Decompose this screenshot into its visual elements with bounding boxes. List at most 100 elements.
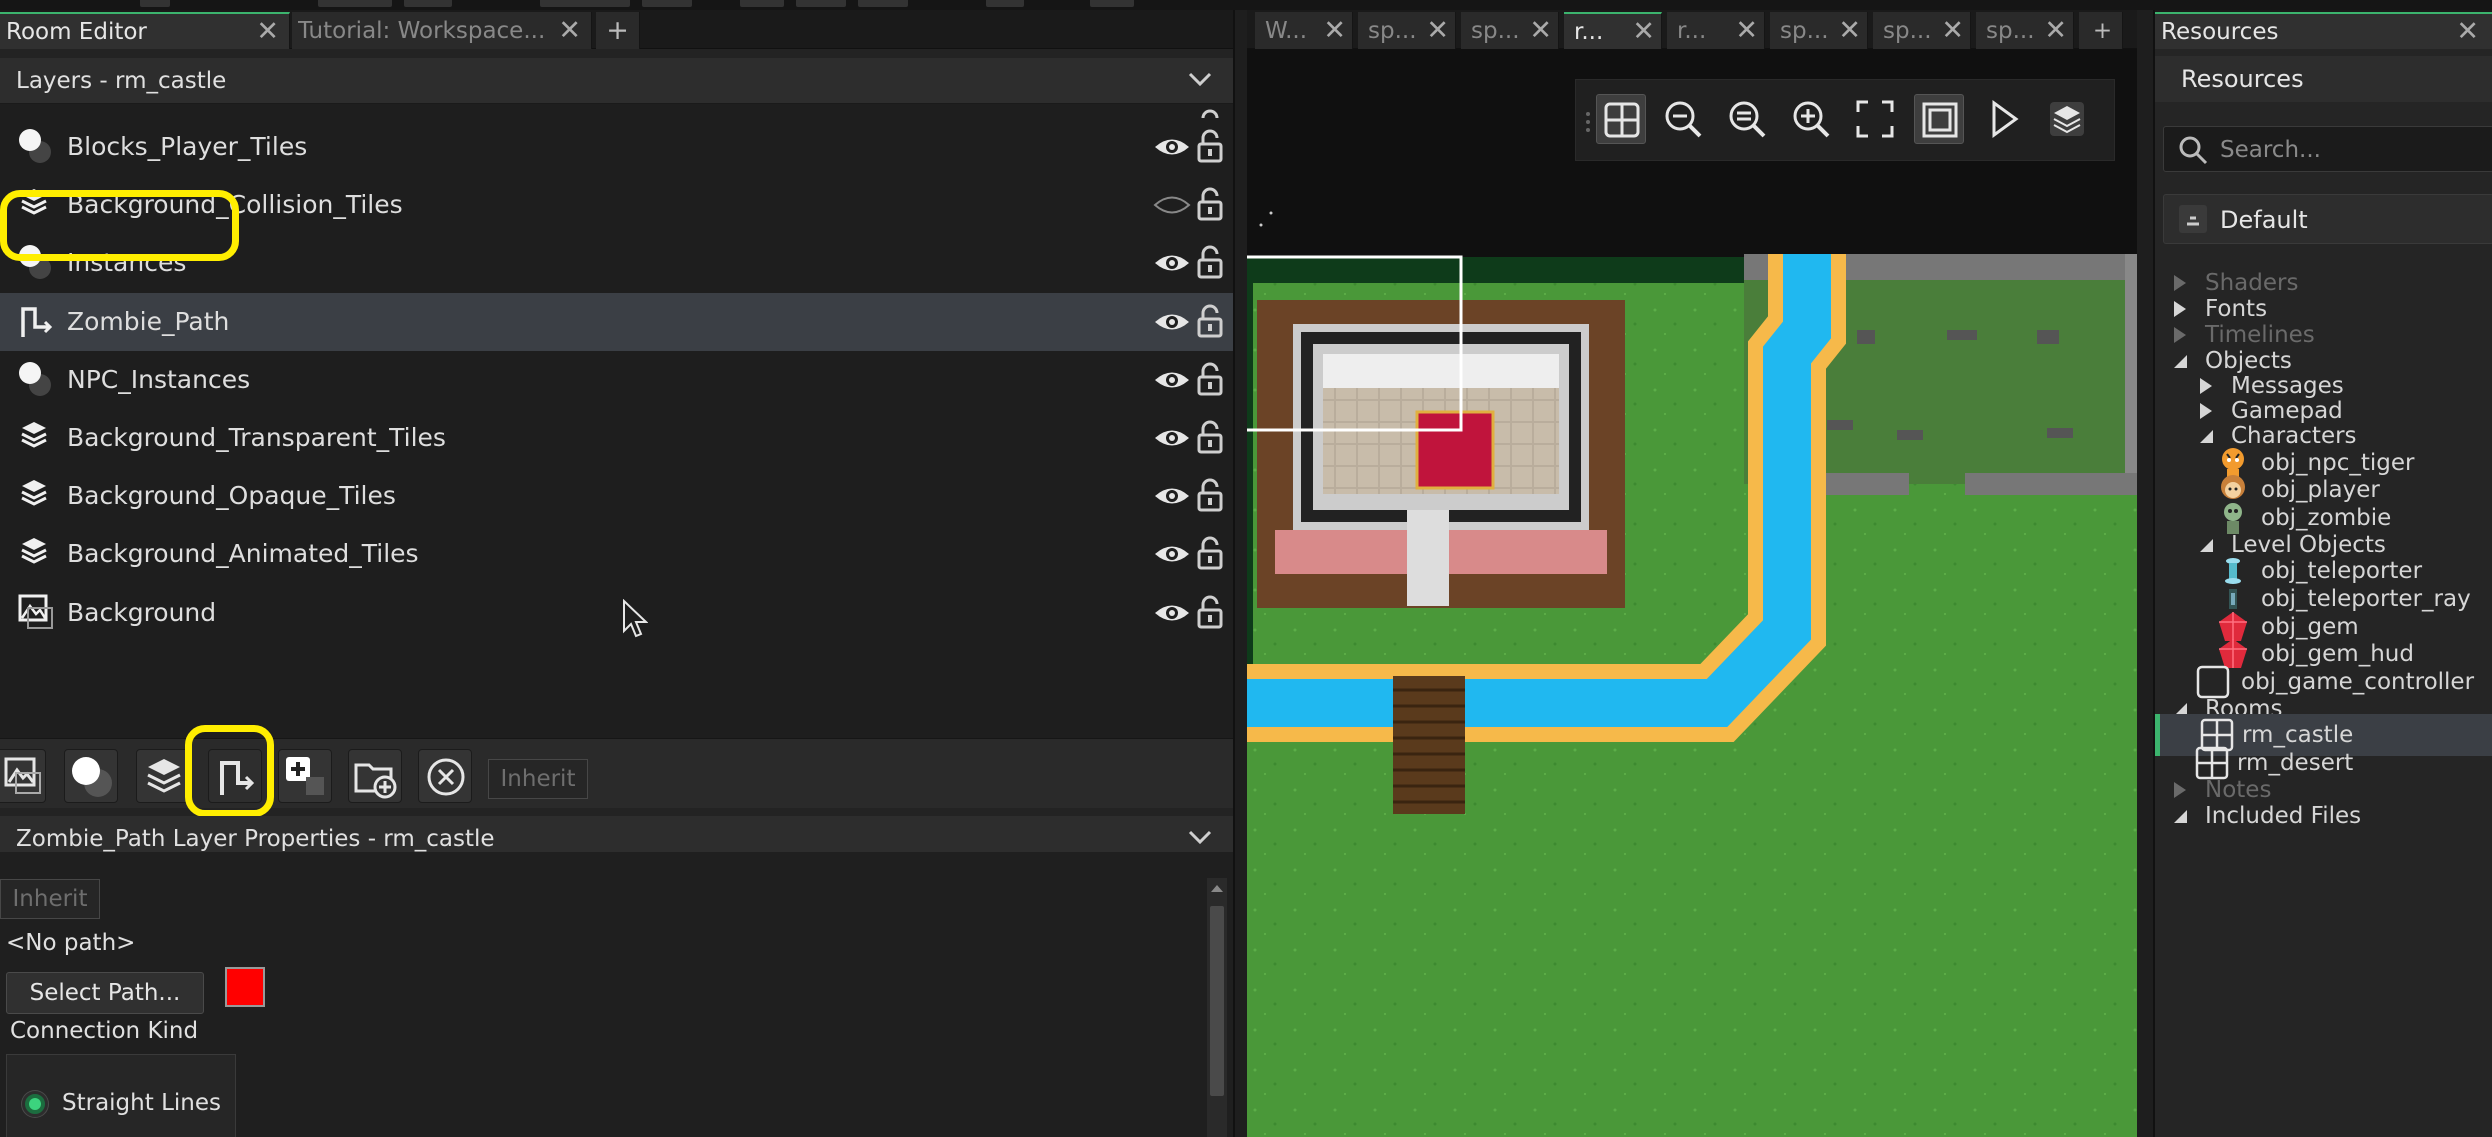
- close-icon[interactable]: ✕: [1323, 17, 1346, 44]
- drag-handle-icon[interactable]: [1584, 108, 1592, 138]
- room-canvas[interactable]: [1247, 180, 2137, 1137]
- inherit-layers-button[interactable]: Inherit: [488, 759, 588, 799]
- eye-icon[interactable]: [1153, 600, 1191, 626]
- close-icon[interactable]: ✕: [1426, 17, 1449, 44]
- chevron-down-icon[interactable]: [1187, 827, 1213, 847]
- layer-row[interactable]: Blocks_Player_Tiles: [0, 118, 1233, 176]
- layer-name: Zombie_Path: [67, 306, 230, 336]
- tab-label: sp...: [1471, 17, 1520, 44]
- tab-label: sp...: [1780, 17, 1829, 44]
- filter-dropdown[interactable]: Default: [2163, 194, 2492, 244]
- close-icon[interactable]: ✕: [1735, 17, 1758, 44]
- layer-row[interactable]: Background_Animated_Tiles: [0, 525, 1233, 583]
- lock-icon[interactable]: [1196, 304, 1224, 338]
- zoom-out-button[interactable]: [1658, 94, 1708, 144]
- room-editor-panel: Room Editor ✕ Tutorial: Workspace... ✕ +…: [0, 10, 1235, 1137]
- background-layer-icon: [4, 757, 41, 794]
- add-folder-button[interactable]: [348, 749, 402, 803]
- instance-layer-icon: [18, 128, 62, 166]
- room-tab[interactable]: sp... ✕: [1770, 12, 1868, 49]
- properties-title: Zombie_Path Layer Properties - rm_castle: [16, 825, 495, 852]
- chevron-down-icon[interactable]: [1187, 69, 1213, 89]
- room-tab[interactable]: W... ✕: [1255, 12, 1353, 49]
- close-icon[interactable]: ✕: [1632, 18, 1655, 45]
- resources-search[interactable]: Search...: [2163, 126, 2492, 172]
- close-icon[interactable]: ✕: [1838, 17, 1861, 44]
- asset-layer-icon: [286, 757, 324, 795]
- room-tab[interactable]: sp... ✕: [1461, 12, 1559, 49]
- eye-icon[interactable]: [1153, 541, 1191, 567]
- layer-row[interactable]: Zombie_Path: [0, 292, 1233, 351]
- new-tab-button[interactable]: +: [596, 12, 640, 49]
- close-icon[interactable]: ✕: [2456, 18, 2479, 45]
- lock-icon[interactable]: [1196, 478, 1224, 512]
- lock-icon[interactable]: [1196, 420, 1224, 454]
- add-instance-layer-button[interactable]: [64, 749, 118, 803]
- add-tile-layer-button[interactable]: [136, 749, 190, 803]
- lock-icon[interactable]: [1196, 187, 1224, 221]
- room-tab[interactable]: sp... ✕: [1976, 12, 2074, 49]
- close-icon[interactable]: ✕: [558, 17, 581, 44]
- zoom-reset-icon: [1729, 101, 1766, 138]
- frame-toggle-button[interactable]: [1914, 94, 1964, 144]
- lock-icon[interactable]: [1196, 129, 1224, 163]
- tab-label: r...: [1574, 18, 1604, 45]
- layers-title: Layers - rm_castle: [16, 67, 227, 94]
- straight-lines-label[interactable]: Straight Lines: [62, 1090, 221, 1116]
- close-icon[interactable]: ✕: [1941, 17, 1964, 44]
- layer-row[interactable]: Background_Opaque_Tiles: [0, 467, 1233, 525]
- eye-icon[interactable]: [1153, 309, 1191, 335]
- chevron-down-icon[interactable]: [2169, 805, 2191, 827]
- room-tab[interactable]: r... ✕: [1564, 12, 1662, 49]
- lock-icon[interactable]: [1196, 595, 1224, 629]
- lock-icon[interactable]: [1196, 245, 1224, 279]
- eye-icon[interactable]: [1153, 483, 1191, 509]
- resource-folder[interactable]: Included Files: [2155, 795, 2492, 837]
- tutorial-highlight-button: [185, 725, 274, 817]
- room-tab[interactable]: sp... ✕: [1358, 12, 1456, 49]
- tab-room-editor[interactable]: Room Editor ✕: [0, 12, 290, 49]
- straight-lines-radio[interactable]: [22, 1091, 48, 1117]
- eye-icon[interactable]: [1153, 367, 1191, 393]
- add-asset-layer-button[interactable]: [278, 749, 332, 803]
- eye-hidden-icon[interactable]: [1153, 192, 1191, 218]
- add-background-layer-button[interactable]: [0, 749, 46, 803]
- lock-icon[interactable]: [1196, 536, 1224, 570]
- layers-icon: [2050, 102, 2084, 136]
- folder-add-icon: [354, 763, 397, 799]
- tab-tutorial[interactable]: Tutorial: Workspace... ✕: [292, 12, 592, 49]
- fullscreen-button[interactable]: [1850, 94, 1900, 144]
- tile-layer-icon: [147, 759, 181, 793]
- close-icon[interactable]: ✕: [256, 18, 279, 45]
- search-icon: [2179, 136, 2208, 165]
- tab-label: sp...: [1883, 17, 1932, 44]
- close-icon[interactable]: ✕: [2044, 17, 2067, 44]
- lock-icon[interactable]: [1196, 362, 1224, 396]
- inherit-properties-button[interactable]: Inherit: [0, 879, 100, 919]
- scroll-up-icon[interactable]: [1207, 878, 1227, 898]
- eye-icon[interactable]: [1153, 134, 1191, 160]
- path-color-swatch[interactable]: [225, 967, 265, 1007]
- new-tab-button[interactable]: +: [2079, 12, 2123, 49]
- delete-layer-button[interactable]: [418, 749, 472, 803]
- close-icon[interactable]: ✕: [1529, 17, 1552, 44]
- resources-title: Resources: [2155, 56, 2492, 102]
- layers-view-button[interactable]: [2042, 94, 2092, 144]
- select-path-button[interactable]: Select Path...: [6, 972, 204, 1014]
- play-button[interactable]: [1978, 94, 2028, 144]
- properties-scrollbar[interactable]: [1207, 878, 1227, 1137]
- room-tab[interactable]: sp... ✕: [1873, 12, 1971, 49]
- layer-row[interactable]: Background_Transparent_Tiles: [0, 409, 1233, 467]
- eye-icon[interactable]: [1153, 425, 1191, 451]
- room-tab[interactable]: r... ✕: [1667, 12, 1765, 49]
- tab-label: Resources: [2161, 18, 2279, 45]
- zoom-reset-button[interactable]: [1722, 94, 1772, 144]
- scrollbar-thumb[interactable]: [1210, 906, 1224, 1096]
- layer-row[interactable]: NPC_Instances: [0, 351, 1233, 409]
- zoom-in-button[interactable]: [1786, 94, 1836, 144]
- layers-header[interactable]: Layers - rm_castle: [0, 58, 1233, 104]
- tab-resources[interactable]: Resources ✕: [2155, 12, 2492, 49]
- grid-toggle-button[interactable]: [1596, 94, 1646, 144]
- eye-icon[interactable]: [1153, 250, 1191, 276]
- layer-row[interactable]: Background: [0, 584, 1233, 642]
